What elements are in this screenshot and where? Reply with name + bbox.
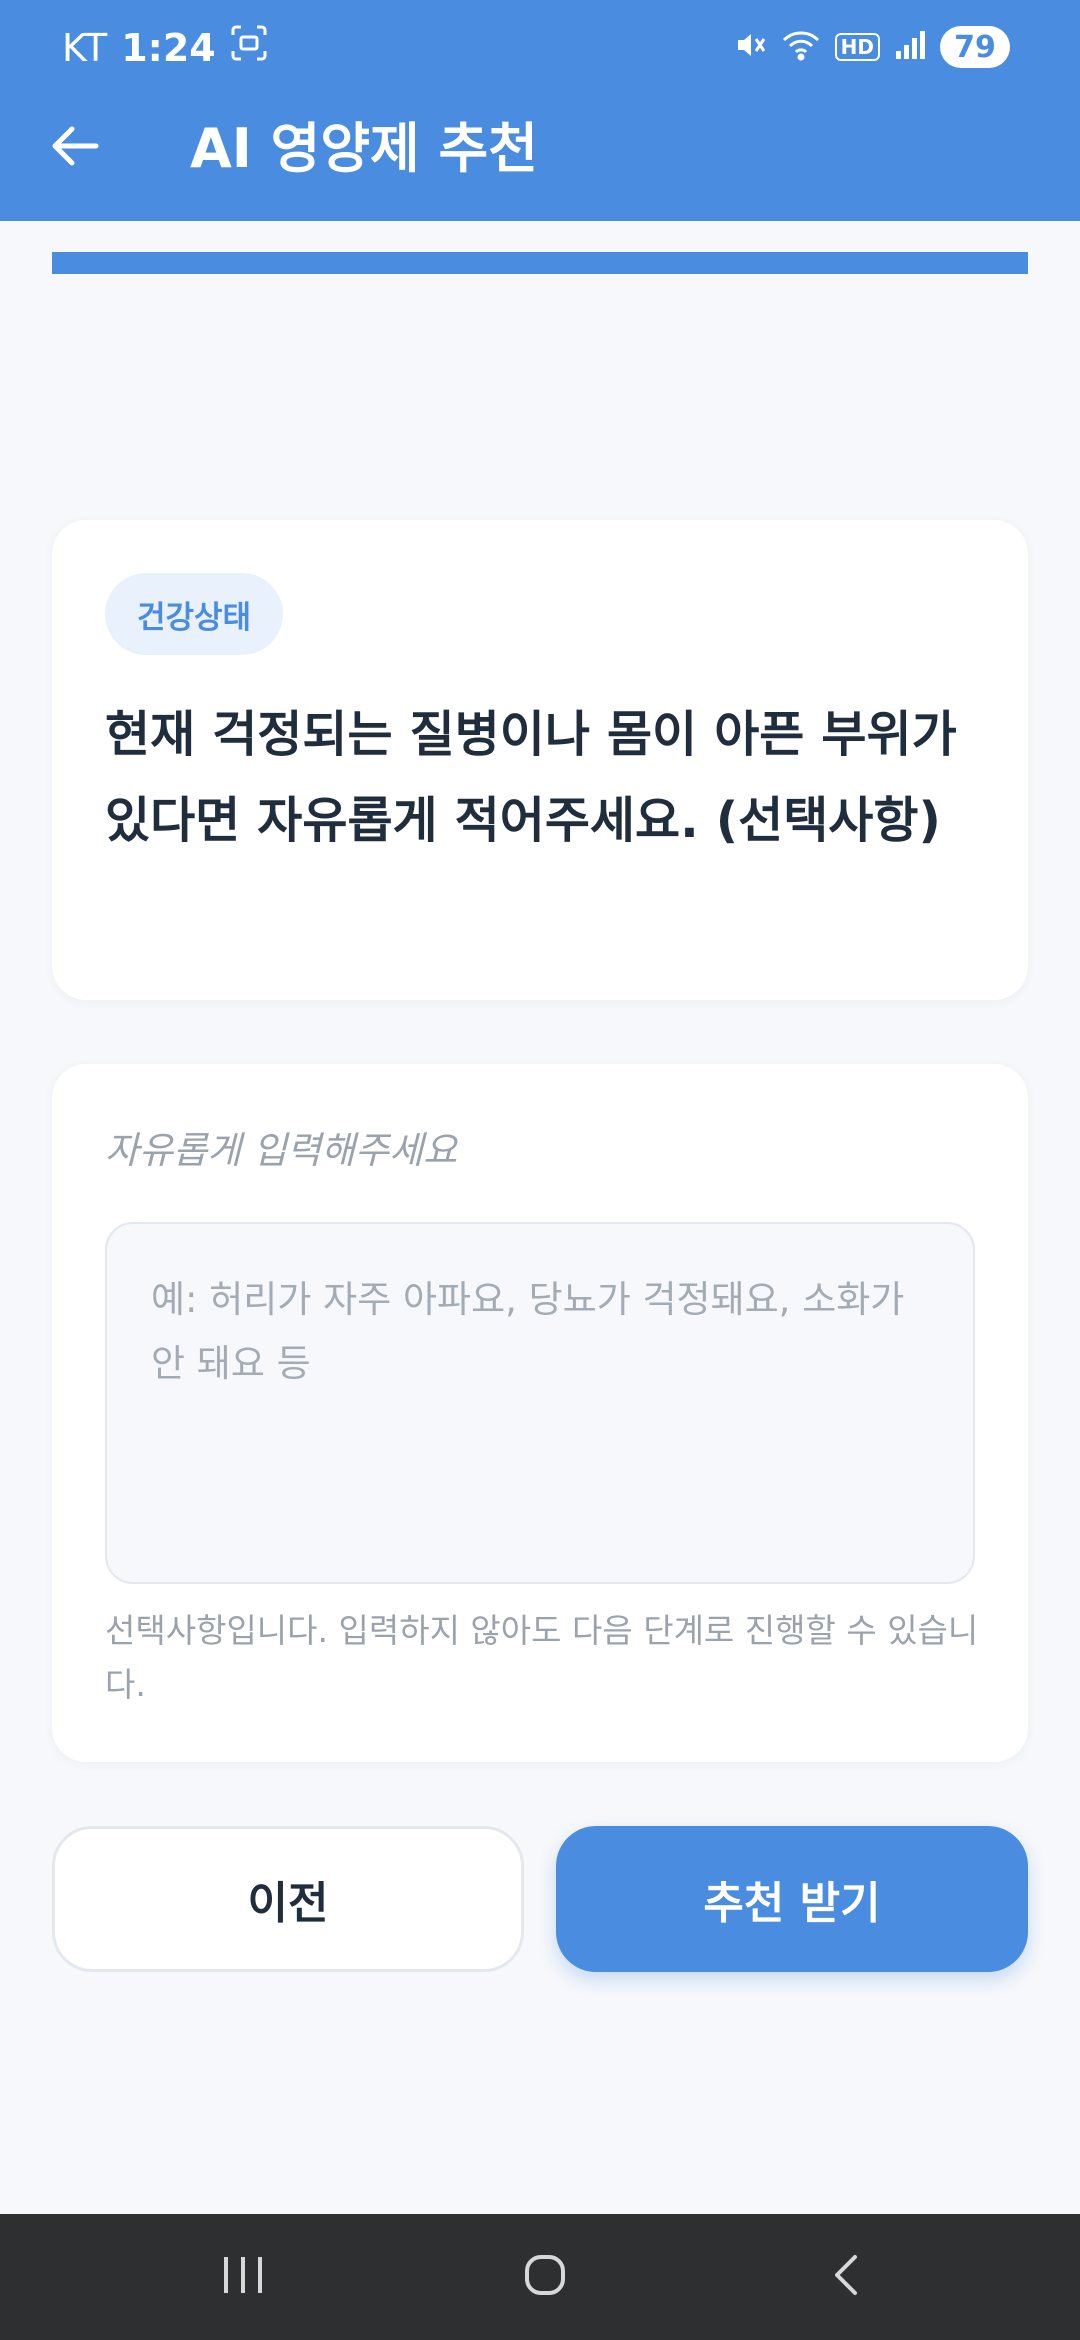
progress-fill: [52, 252, 1028, 274]
home-icon: [521, 2251, 569, 2303]
status-bar: KT 1:24 HD 79: [0, 0, 1080, 96]
helper-text: 선택사항입니다. 입력하지 않아도 다음 단계로 진행할 수 있습니다.: [105, 1611, 979, 1704]
system-nav-bar: [0, 2214, 1080, 2340]
previous-button[interactable]: 이전: [52, 1826, 524, 1972]
answer-label: 자유롭게 입력해주세요: [105, 1129, 458, 1172]
arrow-left-icon: [50, 124, 100, 172]
carrier-label: KT: [62, 25, 108, 70]
wifi-icon: [781, 28, 821, 66]
recent-apps-button[interactable]: [198, 2242, 288, 2312]
hd-badge: HD: [834, 33, 880, 61]
signal-icon: [894, 29, 926, 65]
question-text: 현재 걱정되는 질병이나 몸이 아픈 부위가 있다면 자유롭게 적어주세요. (…: [105, 706, 957, 849]
screen-title: AI 영양제 추천: [190, 117, 538, 180]
get-recommendation-button[interactable]: 추천 받기: [556, 1826, 1028, 1972]
app-header: KT 1:24 HD 79 AI 영양제 추천: [0, 0, 1080, 221]
answer-card: 자유롭게 입력해주세요 선택사항입니다. 입력하지 않아도 다음 단계로 진행할…: [52, 1064, 1028, 1762]
status-left: KT 1:24: [62, 24, 268, 71]
back-button[interactable]: [42, 115, 108, 181]
home-button[interactable]: [500, 2242, 590, 2312]
chevron-left-icon: [827, 2251, 867, 2303]
question-card: 건강상태 현재 걱정되는 질병이나 몸이 아픈 부위가 있다면 자유롭게 적어주…: [52, 520, 1028, 1000]
nav-back-button[interactable]: [802, 2242, 892, 2312]
category-badge: 건강상태: [105, 573, 284, 655]
status-right: HD 79: [733, 26, 1010, 68]
status-time: 1:24: [121, 25, 216, 70]
screenshot-icon: [230, 24, 268, 71]
progress-bar: [52, 252, 1028, 274]
mute-vibrate-icon: [733, 28, 767, 66]
answer-textarea[interactable]: [105, 1222, 975, 1584]
recent-apps-icon: [220, 2253, 266, 2301]
battery-indicator: 79: [940, 26, 1010, 68]
